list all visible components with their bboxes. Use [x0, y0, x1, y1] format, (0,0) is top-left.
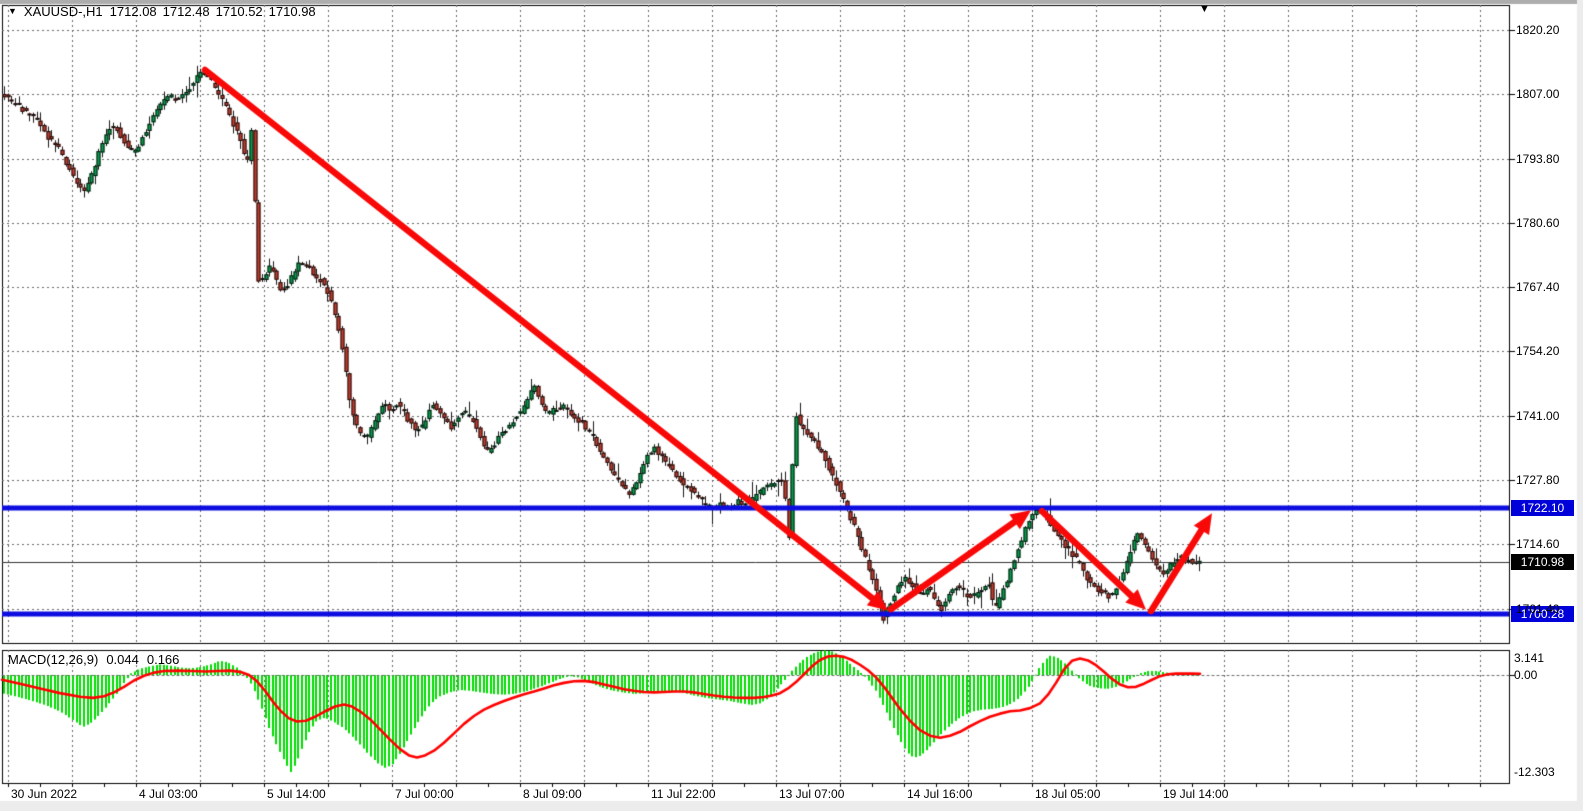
price-badge-resistance: 1722.10: [1511, 500, 1574, 516]
time-axis-label: 19 Jul 14:00: [1163, 787, 1228, 801]
price-axis-label: 1780.60: [1516, 216, 1559, 230]
chart-title: ▼ XAUUSD-,H1 1712.08 1712.48 1710.52 1710.9…: [8, 4, 322, 19]
symbol-dropdown-icon[interactable]: ▼: [8, 5, 17, 18]
macd-axis-label: 3.141: [1514, 651, 1544, 665]
price-axis-label: 1754.20: [1516, 344, 1559, 358]
chart-window: ▼ XAUUSD-,H1 1712.08 1712.48 1710.52 1710.9…: [0, 0, 1583, 811]
macd-signal-value: 0.166: [147, 652, 180, 667]
time-axis-label: 5 Jul 14:00: [267, 787, 326, 801]
price-chart-canvas[interactable]: [0, 0, 1583, 811]
ohlc-readout: 1712.08 1712.48 1710.52 1710.98: [110, 4, 322, 19]
symbol-period-label: XAUUSD-,H1: [24, 4, 103, 19]
time-axis-label: 13 Jul 07:00: [779, 787, 844, 801]
time-axis-label: 7 Jul 00:00: [395, 787, 454, 801]
price-axis-label: 1820.20: [1516, 23, 1559, 37]
time-axis-label: 14 Jul 16:00: [907, 787, 972, 801]
price-axis-label: 1807.00: [1516, 87, 1559, 101]
macd-current-value: 0.044: [106, 652, 139, 667]
high-value: 1712.48: [163, 4, 210, 19]
time-axis-label: 8 Jul 09:00: [523, 787, 582, 801]
chart-shift-marker-icon[interactable]: ▼: [1199, 3, 1210, 15]
price-axis-label: 1741.00: [1516, 409, 1559, 423]
time-axis-label: 30 Jun 2022: [11, 787, 77, 801]
macd-name: MACD(12,26,9): [8, 652, 98, 667]
price-axis-label: 1701.40: [1516, 602, 1559, 616]
low-value: 1710.52: [216, 4, 263, 19]
macd-axis-label: 0.00: [1514, 668, 1537, 682]
close-value: 1710.98: [269, 4, 316, 19]
macd-axis-label: -12.303: [1514, 765, 1555, 779]
price-axis-label: 1793.80: [1516, 152, 1559, 166]
open-value: 1712.08: [110, 4, 157, 19]
time-axis-label: 18 Jul 05:00: [1035, 787, 1100, 801]
price-axis-label: 1727.80: [1516, 473, 1559, 487]
time-axis-label: 4 Jul 03:00: [139, 787, 198, 801]
price-axis-label: 1767.40: [1516, 280, 1559, 294]
macd-indicator-label: MACD(12,26,9) 0.044 0.166: [8, 652, 187, 667]
price-axis-label: 1714.60: [1516, 537, 1559, 551]
time-axis-label: 11 Jul 22:00: [651, 787, 716, 801]
price-badge-current: 1710.98: [1511, 554, 1574, 570]
